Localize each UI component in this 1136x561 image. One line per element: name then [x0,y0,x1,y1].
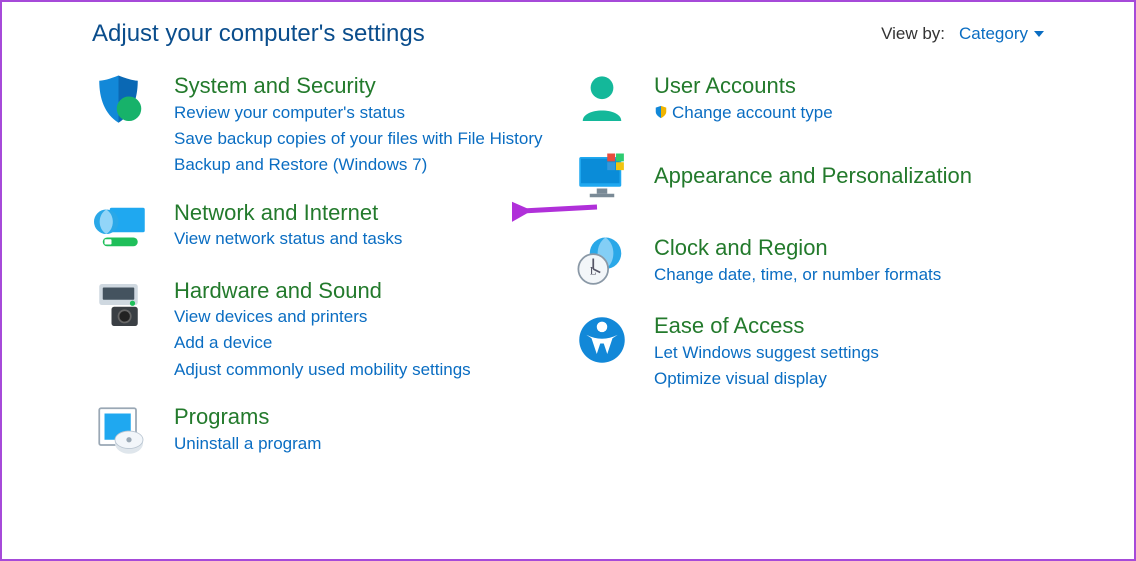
category-programs: Programs Uninstall a program [92,401,562,461]
category-clock-region: L Clock and Region Change date, time, or… [572,232,1042,292]
category-appearance: Appearance and Personalization [572,148,1042,208]
view-by-select[interactable]: Category [959,24,1044,44]
category-title[interactable]: Hardware and Sound [174,277,471,305]
right-column: User Accounts Change account type [572,70,1042,479]
category-link[interactable]: Let Windows suggest settings [654,340,879,366]
category-title[interactable]: User Accounts [654,72,833,100]
category-title[interactable]: Clock and Region [654,234,941,262]
category-link[interactable]: Add a device [174,330,471,356]
chevron-down-icon [1034,31,1044,37]
category-system-security: System and Security Review your computer… [92,70,562,179]
view-by-value: Category [959,24,1028,44]
header: Adjust your computer's settings View by:… [2,2,1134,58]
category-link[interactable]: View devices and printers [174,304,471,330]
category-link[interactable]: Optimize visual display [654,366,879,392]
category-ease-of-access: Ease of Access Let Windows suggest setti… [572,310,1042,392]
category-link[interactable]: Backup and Restore (Windows 7) [174,152,543,178]
category-title[interactable]: Appearance and Personalization [654,162,972,190]
view-by-label: View by: [881,24,945,44]
category-link[interactable]: Adjust commonly used mobility settings [174,357,471,383]
left-column: System and Security Review your computer… [92,70,562,479]
programs-icon [92,401,152,461]
accessibility-icon [572,310,632,370]
uac-shield-icon [654,105,668,119]
hardware-icon [92,275,152,335]
category-title[interactable]: Network and Internet [174,199,402,227]
category-link[interactable]: Review your computer's status [174,100,543,126]
category-link[interactable]: View network status and tasks [174,226,402,252]
clock-icon: L [572,232,632,292]
page-title: Adjust your computer's settings [92,20,425,48]
category-link[interactable]: Change date, time, or number formats [654,262,941,288]
shield-icon [92,70,152,130]
user-icon [572,70,632,130]
category-title[interactable]: System and Security [174,72,543,100]
network-icon [92,197,152,257]
category-title[interactable]: Programs [174,403,321,431]
category-title[interactable]: Ease of Access [654,312,879,340]
monitor-icon [572,148,632,208]
category-network-internet: Network and Internet View network status… [92,197,562,257]
category-user-accounts: User Accounts Change account type [572,70,1042,130]
view-by: View by: Category [881,24,1044,44]
category-columns: System and Security Review your computer… [2,58,1134,479]
category-link[interactable]: Change account type [654,100,833,126]
category-link[interactable]: Uninstall a program [174,431,321,457]
category-hardware-sound: Hardware and Sound View devices and prin… [92,275,562,384]
category-link[interactable]: Save backup copies of your files with Fi… [174,126,543,152]
